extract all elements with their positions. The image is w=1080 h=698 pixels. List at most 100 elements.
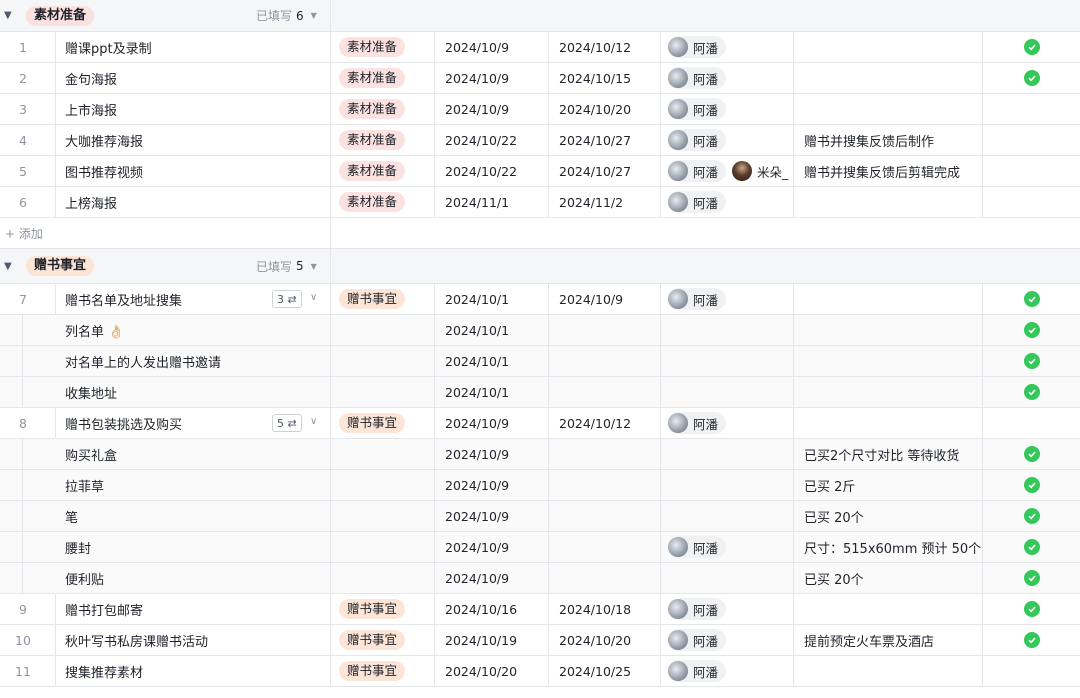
subtask-row[interactable]: 收集地址 2024/10/1 — [0, 377, 1080, 408]
note[interactable] — [794, 63, 982, 93]
subtask-name[interactable]: 列名单 👌🏻 — [56, 315, 330, 345]
start-date[interactable]: 2024/10/1 — [435, 377, 548, 407]
table-row[interactable]: 4 大咖推荐海报 素材准备 2024/10/22 2024/10/27 阿潘 赠… — [0, 125, 1080, 156]
note[interactable] — [794, 408, 982, 438]
start-date[interactable]: 2024/10/1 — [435, 284, 548, 314]
start-date[interactable]: 2024/10/9 — [435, 32, 548, 62]
start-date[interactable]: 2024/10/9 — [435, 532, 548, 562]
start-date[interactable]: 2024/10/9 — [435, 63, 548, 93]
task-name[interactable]: 图书推荐视频 — [56, 156, 330, 186]
subtask-name[interactable]: 笔 — [56, 501, 330, 531]
done-cell[interactable] — [983, 408, 1080, 438]
add-record-button[interactable]: + 添加 — [5, 218, 43, 248]
table-row[interactable]: 11 搜集推荐素材 赠书事宜 2024/10/20 2024/10/25 阿潘 — [0, 656, 1080, 687]
end-date[interactable]: 2024/10/12 — [549, 408, 660, 438]
subtask-row[interactable]: 腰封 2024/10/9 阿潘 尺寸：515x60mm 预计 50个 — [0, 532, 1080, 563]
start-date[interactable]: 2024/10/20 — [435, 656, 548, 686]
task-name[interactable]: 上榜海报 — [56, 187, 330, 217]
group-header-material[interactable]: ▼ 素材准备 已填写 6 ▼ — [0, 0, 1080, 32]
start-date[interactable]: 2024/11/1 — [435, 187, 548, 217]
start-date[interactable]: 2024/10/1 — [435, 315, 548, 345]
chevron-down-icon[interactable]: ∨ — [310, 416, 317, 427]
start-date[interactable]: 2024/10/9 — [435, 563, 548, 593]
end-date[interactable]: 2024/10/18 — [549, 594, 660, 624]
subtask-name[interactable]: 便利贴 — [56, 563, 330, 593]
note[interactable]: 赠书并搜集反馈后剪辑完成 — [794, 156, 982, 186]
start-date[interactable]: 2024/10/9 — [435, 470, 548, 500]
filled-count[interactable]: 已填写 5 ▼ — [256, 249, 317, 283]
subtask-name[interactable]: 拉菲草 — [56, 470, 330, 500]
subtask-name[interactable]: 收集地址 — [56, 377, 330, 407]
note[interactable] — [794, 656, 982, 686]
start-date[interactable]: 2024/10/9 — [435, 408, 548, 438]
table-row[interactable]: 6 上榜海报 素材准备 2024/11/1 2024/11/2 阿潘 — [0, 187, 1080, 218]
note[interactable] — [794, 94, 982, 124]
end-date[interactable]: 2024/10/25 — [549, 656, 660, 686]
start-date[interactable]: 2024/10/1 — [435, 346, 548, 376]
note[interactable]: 赠书并搜集反馈后制作 — [794, 125, 982, 155]
note[interactable]: 已买 2斤 — [794, 470, 982, 500]
done-cell[interactable] — [983, 125, 1080, 155]
done-cell[interactable] — [983, 156, 1080, 186]
start-date[interactable]: 2024/10/19 — [435, 625, 548, 655]
end-date[interactable]: 2024/10/9 — [549, 284, 660, 314]
task-name[interactable]: 上市海报 — [56, 94, 330, 124]
end-date[interactable]: 2024/10/27 — [549, 156, 660, 186]
add-record-row[interactable]: + 添加 — [0, 218, 1080, 249]
start-date[interactable]: 2024/10/22 — [435, 156, 548, 186]
task-name[interactable]: 秋叶写书私房课赠书活动 — [56, 625, 330, 655]
start-date[interactable]: 2024/10/22 — [435, 125, 548, 155]
start-date[interactable]: 2024/10/9 — [435, 94, 548, 124]
start-date[interactable]: 2024/10/9 — [435, 501, 548, 531]
end-date[interactable]: 2024/11/2 — [549, 187, 660, 217]
collapse-caret-icon[interactable]: ▼ — [4, 10, 14, 21]
note[interactable]: 提前预定火车票及酒店 — [794, 625, 982, 655]
note[interactable]: 已买 20个 — [794, 563, 982, 593]
chevron-down-icon[interactable]: ∨ — [310, 292, 317, 303]
start-date[interactable]: 2024/10/16 — [435, 594, 548, 624]
subtask-count-badge[interactable]: 5 ⇄ — [272, 414, 302, 432]
task-name[interactable]: 赠课ppt及录制 — [56, 32, 330, 62]
done-cell[interactable] — [983, 656, 1080, 686]
subtask-row[interactable]: 对名单上的人发出赠书邀请 2024/10/1 — [0, 346, 1080, 377]
table-row[interactable]: 8 赠书包装挑选及购买 5 ⇄ ∨ 赠书事宜 2024/10/9 2024/10… — [0, 408, 1080, 439]
subtask-row[interactable]: 拉菲草 2024/10/9 已买 2斤 — [0, 470, 1080, 501]
table-row[interactable]: 5 图书推荐视频 素材准备 2024/10/22 2024/10/27 阿潘 米… — [0, 156, 1080, 187]
task-name[interactable]: 搜集推荐素材 — [56, 656, 330, 686]
done-cell[interactable] — [983, 187, 1080, 217]
table-row[interactable]: 3 上市海报 素材准备 2024/10/9 2024/10/20 阿潘 — [0, 94, 1080, 125]
subtask-row[interactable]: 购买礼盒 2024/10/9 已买2个尺寸对比 等待收货 — [0, 439, 1080, 470]
group-header-gift[interactable]: ▼ 赠书事宜 已填写 5 ▼ — [0, 249, 1080, 284]
table-row[interactable]: 10 秋叶写书私房课赠书活动 赠书事宜 2024/10/19 2024/10/2… — [0, 625, 1080, 656]
table-row[interactable]: 9 赠书打包邮寄 赠书事宜 2024/10/16 2024/10/18 阿潘 — [0, 594, 1080, 625]
start-date[interactable]: 2024/10/9 — [435, 439, 548, 469]
subtask-name[interactable]: 对名单上的人发出赠书邀请 — [56, 346, 330, 376]
task-name[interactable]: 赠书打包邮寄 — [56, 594, 330, 624]
subtask-row[interactable]: 列名单 👌🏻 2024/10/1 — [0, 315, 1080, 346]
note[interactable] — [794, 32, 982, 62]
end-date[interactable]: 2024/10/15 — [549, 63, 660, 93]
task-name[interactable]: 金句海报 — [56, 63, 330, 93]
end-date[interactable]: 2024/10/20 — [549, 94, 660, 124]
task-name[interactable]: 大咖推荐海报 — [56, 125, 330, 155]
table-row[interactable]: 2 金句海报 素材准备 2024/10/9 2024/10/15 阿潘 — [0, 63, 1080, 94]
note[interactable] — [794, 284, 982, 314]
collapse-caret-icon[interactable]: ▼ — [4, 261, 14, 272]
table-row[interactable]: 7 赠书名单及地址搜集 3 ⇄ ∨ 赠书事宜 2024/10/1 2024/10… — [0, 284, 1080, 315]
end-date[interactable]: 2024/10/27 — [549, 125, 660, 155]
subtask-row[interactable]: 便利贴 2024/10/9 已买 20个 — [0, 563, 1080, 594]
note[interactable]: 尺寸：515x60mm 预计 50个 — [794, 532, 982, 562]
subtask-name[interactable]: 腰封 — [56, 532, 330, 562]
note[interactable]: 已买 20个 — [794, 501, 982, 531]
subtask-name[interactable]: 购买礼盒 — [56, 439, 330, 469]
note[interactable] — [794, 594, 982, 624]
end-date[interactable]: 2024/10/12 — [549, 32, 660, 62]
filled-count[interactable]: 已填写 6 ▼ — [256, 0, 317, 31]
subtask-count-badge[interactable]: 3 ⇄ — [272, 290, 302, 308]
note[interactable] — [794, 187, 982, 217]
subtask-row[interactable]: 笔 2024/10/9 已买 20个 — [0, 501, 1080, 532]
table-row[interactable]: 1 赠课ppt及录制 素材准备 2024/10/9 2024/10/12 阿潘 — [0, 32, 1080, 63]
done-cell[interactable] — [983, 94, 1080, 124]
end-date[interactable]: 2024/10/20 — [549, 625, 660, 655]
note[interactable]: 已买2个尺寸对比 等待收货 — [794, 439, 982, 469]
